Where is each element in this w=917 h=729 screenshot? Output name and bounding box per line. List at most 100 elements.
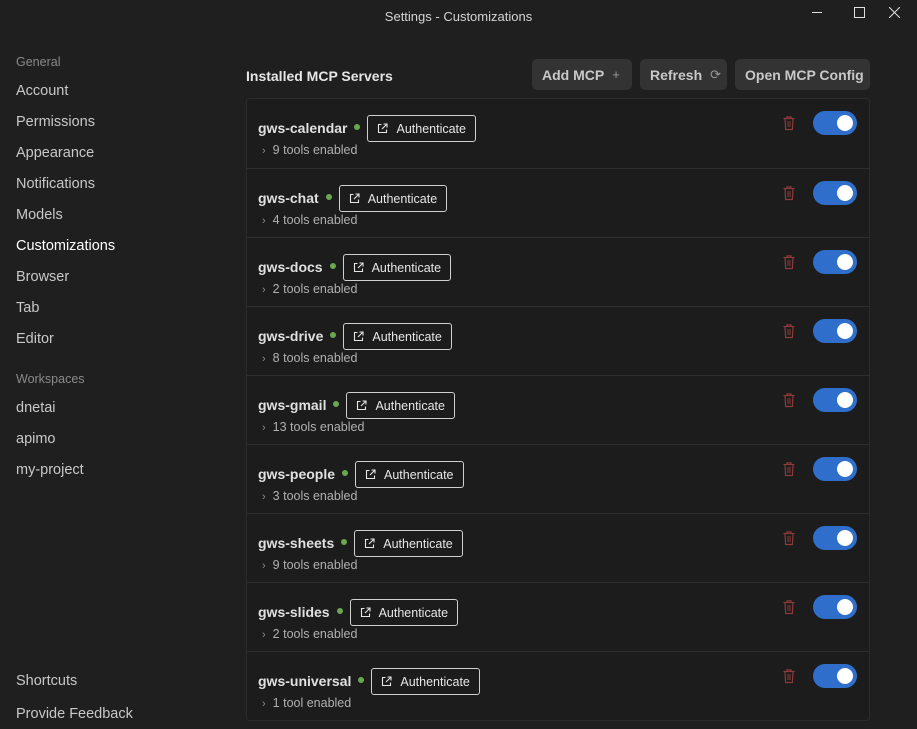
toggle-knob (837, 185, 853, 201)
server-enable-toggle[interactable] (813, 181, 857, 205)
tools-enabled-count: 3 tools enabled (272, 489, 358, 503)
mcp-server-row-gws-slides: gws-slides Authenticate › 2 tools enabled (247, 582, 869, 651)
external-link-icon (382, 676, 392, 687)
sidebar-item-dnetai[interactable]: dnetai (16, 400, 56, 416)
chevron-right-icon: › (262, 215, 266, 227)
tools-expander[interactable]: › 2 tools enabled (262, 282, 357, 296)
mcp-server-row-gws-people: gws-people Authenticate › 3 tools enabled (247, 444, 869, 513)
authenticate-button[interactable]: Authenticate (349, 599, 459, 626)
authenticate-button[interactable]: Authenticate (354, 530, 463, 557)
tools-expander[interactable]: › 13 tools enabled (262, 420, 364, 434)
trash-icon[interactable] (782, 530, 796, 546)
external-link-icon (360, 607, 371, 618)
chevron-right-icon: › (262, 560, 266, 572)
refresh-button[interactable]: Refresh ⟳ (640, 59, 727, 90)
server-enable-toggle[interactable] (813, 457, 857, 481)
toggle-knob (837, 599, 853, 615)
toggle-knob (837, 530, 853, 546)
toggle-knob (837, 323, 853, 339)
section-label-general: General (16, 55, 61, 69)
authenticate-label: Authenticate (375, 398, 445, 413)
tools-expander[interactable]: › 9 tools enabled (262, 558, 357, 572)
toggle-knob (837, 254, 853, 270)
sidebar-item-customizations[interactable]: Customizations (16, 238, 115, 254)
sidebar-item-appearance[interactable]: Appearance (16, 145, 94, 161)
authenticate-label: Authenticate (383, 536, 453, 551)
server-enable-toggle[interactable] (813, 250, 857, 274)
chevron-right-icon: › (262, 145, 266, 157)
chevron-right-icon: › (262, 698, 266, 710)
server-enable-toggle[interactable] (813, 664, 857, 688)
sidebar-item-notifications[interactable]: Notifications (16, 176, 95, 192)
open-mcp-config-label: Open MCP Config (745, 66, 864, 83)
sidebar-item-models[interactable]: Models (16, 207, 63, 223)
title-bar: Settings - Customizations (0, 0, 917, 33)
server-name: gws-slides (258, 604, 330, 621)
server-enable-toggle[interactable] (813, 388, 857, 412)
external-link-icon (354, 331, 364, 342)
authenticate-button[interactable]: Authenticate (355, 461, 464, 488)
server-name: gws-drive (258, 328, 324, 345)
tools-expander[interactable]: › 9 tools enabled (262, 143, 357, 157)
minimize-button[interactable] (794, 0, 840, 24)
sidebar-item-tab[interactable]: Tab (16, 300, 39, 316)
trash-icon[interactable] (782, 185, 796, 201)
tools-expander[interactable]: › 3 tools enabled (262, 489, 357, 503)
toggle-knob (837, 392, 853, 408)
server-enable-toggle[interactable] (813, 319, 857, 343)
chevron-right-icon: › (262, 491, 266, 503)
close-button[interactable] (871, 0, 917, 24)
mcp-server-row-gws-universal: gws-universal Authenticate › 1 tool enable… (247, 651, 869, 720)
minimize-icon (812, 12, 822, 13)
external-link-icon (349, 193, 360, 204)
status-dot-icon (336, 607, 343, 614)
sidebar-item-account[interactable]: Account (16, 83, 68, 99)
close-icon (888, 6, 900, 18)
server-enable-toggle[interactable] (813, 526, 857, 550)
server-name: gws-sheets (258, 535, 335, 552)
mcp-server-list: gws-calendar Authenticate › 9 tools enable… (246, 98, 870, 721)
sidebar-item-browser[interactable]: Browser (16, 269, 69, 285)
authenticate-button[interactable]: Authenticate (371, 668, 480, 695)
chevron-right-icon: › (262, 422, 266, 434)
tools-expander[interactable]: › 1 tool enabled (262, 696, 351, 710)
tools-expander[interactable]: › 4 tools enabled (262, 213, 357, 227)
authenticate-button[interactable]: Authenticate (343, 323, 452, 350)
tools-enabled-count: 1 tool enabled (272, 696, 352, 710)
trash-icon[interactable] (782, 668, 796, 684)
server-enable-toggle[interactable] (813, 595, 857, 619)
authenticate-button[interactable]: Authenticate (346, 392, 455, 419)
server-enable-toggle[interactable] (813, 111, 857, 135)
settings-sidebar: General Account Permissions Appearance N… (0, 33, 220, 729)
authenticate-button[interactable]: Authenticate (338, 185, 448, 212)
server-name: gws-people (258, 466, 336, 483)
sidebar-item-editor[interactable]: Editor (16, 331, 54, 347)
authenticate-button[interactable]: Authenticate (342, 254, 452, 281)
main-panel: Installed MCP Servers Add MCP + Refresh … (230, 33, 917, 729)
open-mcp-config-button[interactable]: Open MCP Config (735, 59, 870, 90)
trash-icon[interactable] (782, 323, 796, 339)
trash-icon[interactable] (782, 254, 796, 270)
status-dot-icon (325, 193, 332, 200)
sidebar-item-shortcuts[interactable]: Shortcuts (16, 673, 77, 689)
toggle-knob (837, 668, 853, 684)
sidebar-item-apimo[interactable]: apimo (16, 431, 56, 447)
trash-icon[interactable] (782, 599, 796, 615)
sidebar-item-my-project[interactable]: my-project (16, 462, 84, 478)
server-name: gws-universal (258, 673, 352, 690)
tools-expander[interactable]: › 8 tools enabled (262, 351, 357, 365)
trash-icon[interactable] (782, 461, 796, 477)
tools-expander[interactable]: › 2 tools enabled (262, 627, 357, 641)
tools-enabled-count: 8 tools enabled (272, 351, 358, 365)
server-name: gws-docs (258, 259, 323, 276)
authenticate-button[interactable]: Authenticate (367, 115, 476, 142)
authenticate-label: Authenticate (371, 260, 442, 275)
add-mcp-button[interactable]: Add MCP + (532, 59, 632, 90)
sidebar-item-permissions[interactable]: Permissions (16, 114, 95, 130)
trash-icon[interactable] (782, 392, 796, 408)
tools-enabled-count: 2 tools enabled (272, 282, 358, 296)
authenticate-label: Authenticate (396, 121, 466, 136)
trash-icon[interactable] (782, 115, 796, 131)
tools-enabled-count: 9 tools enabled (272, 558, 358, 572)
sidebar-item-provide-feedback[interactable]: Provide Feedback (16, 706, 133, 722)
